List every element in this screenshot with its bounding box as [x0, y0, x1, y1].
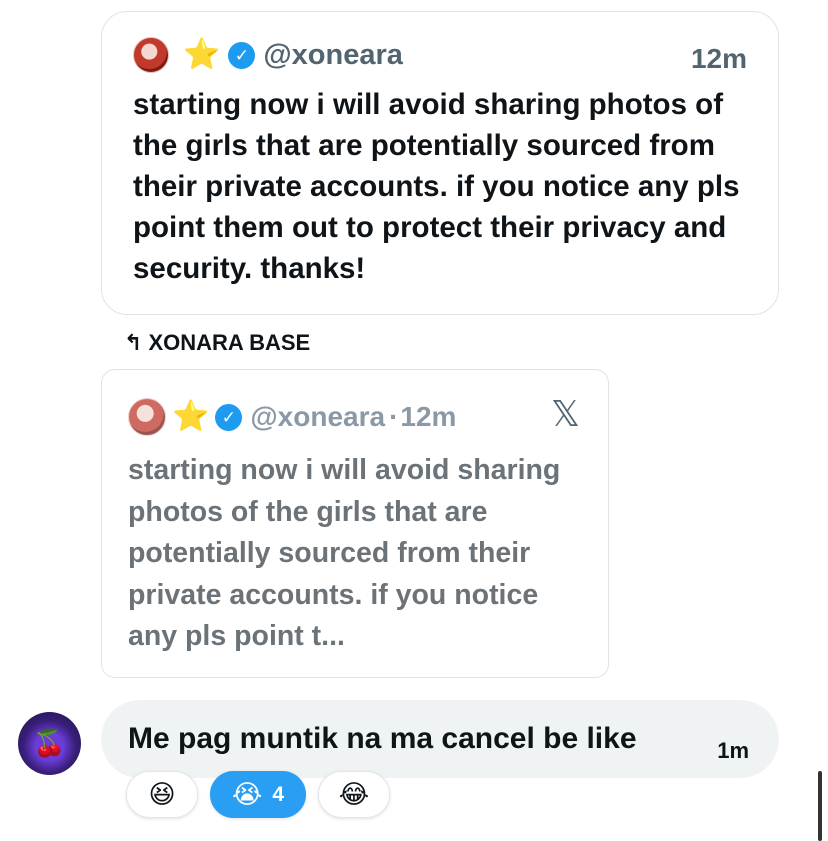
- reaction-laughing[interactable]: 😆: [126, 771, 198, 818]
- verified-badge-icon: ✓: [215, 403, 243, 431]
- post-timestamp: 12m: [690, 43, 747, 74]
- post-text: starting now i will avoid sharing photos…: [128, 454, 561, 652]
- star-icon: ⭐: [183, 38, 221, 71]
- reaction-crying[interactable]: 😭 4: [210, 771, 306, 818]
- loudly-crying-emoji-icon: 😭: [231, 779, 263, 809]
- tears-of-joy-emoji-icon: 😂: [338, 779, 370, 809]
- embedded-post-header: ⭐ ✓ @xoneara · 12m: [128, 398, 456, 436]
- star-icon: ⭐: [172, 400, 210, 433]
- reply-arrow-icon: ↰: [124, 330, 143, 355]
- author-handle[interactable]: @xoneara: [263, 39, 403, 72]
- message-text: Me pag muntik na ma cancel be like: [128, 722, 637, 755]
- reaction-count: 4: [272, 782, 285, 806]
- author-avatar[interactable]: [133, 37, 169, 73]
- author-avatar: [128, 398, 166, 436]
- cherry-icon: 🍒: [33, 728, 66, 758]
- message-timestamp: 1m: [717, 738, 749, 763]
- post-timestamp: 12m: [400, 401, 457, 432]
- scrollbar[interactable]: [818, 771, 822, 841]
- embedded-post-card[interactable]: ⭐ ✓ @xoneara · 12m 𝕏 starting now i will…: [101, 369, 609, 678]
- quoted-post-header: ⭐ ✓ @xoneara: [133, 37, 403, 73]
- reply-context-label: XONARA BASE: [148, 330, 311, 355]
- separator-dot: ·: [389, 401, 399, 432]
- sender-avatar[interactable]: 🍒: [18, 712, 81, 775]
- laughing-emoji-icon: 😆: [148, 779, 176, 809]
- author-handle: @xoneara: [250, 401, 386, 432]
- quoted-post-card[interactable]: ⭐ ✓ @xoneara 12m starting now i will avo…: [101, 11, 779, 315]
- reply-context: ↰ XONARA BASE: [124, 330, 310, 356]
- post-text: starting now i will avoid sharing photos…: [133, 88, 740, 285]
- verified-badge-icon: ✓: [228, 41, 256, 69]
- reaction-tears-of-joy[interactable]: 😂: [318, 771, 390, 818]
- message-bubble[interactable]: Me pag muntik na ma cancel be like 1m: [101, 700, 779, 778]
- x-logo-icon[interactable]: 𝕏: [551, 396, 580, 432]
